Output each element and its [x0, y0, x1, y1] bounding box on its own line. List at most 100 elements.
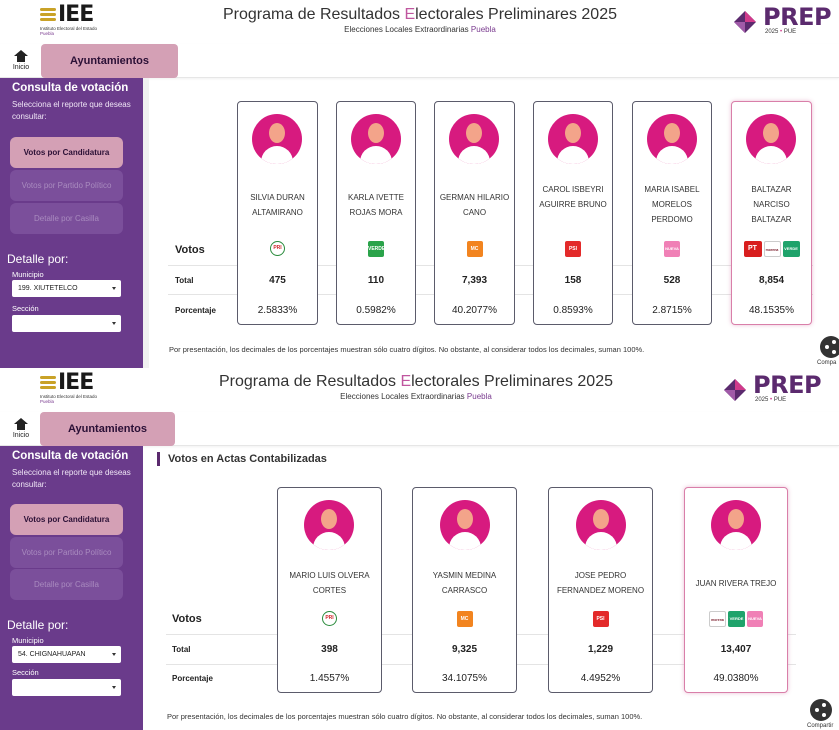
candidate-name: KARLA IVETTE ROJAS MORA	[347, 193, 405, 217]
pvem-logo-icon: VERDE	[782, 241, 800, 257]
party-logos: PRI	[278, 611, 381, 629]
municipio-select[interactable]: 54. CHIGNAHUAPAN	[12, 646, 121, 663]
home-button[interactable]: Inicio	[8, 50, 34, 71]
nueva-puebla-logo-icon: NUEVA PUEBLA	[747, 611, 763, 637]
candidate-name: MARIO LUIS OLVERA CORTES	[289, 571, 370, 595]
mc-logo-icon: MC	[466, 241, 483, 257]
decimals-note: Por presentación, los decimales de los p…	[169, 345, 645, 354]
seccion-select[interactable]	[12, 315, 121, 332]
nueva-puebla-logo-icon: NUEVA PUEBLA	[664, 241, 680, 267]
tab-ayuntamientos[interactable]: Ayuntamientos	[40, 412, 175, 446]
home-label: Inicio	[12, 432, 30, 439]
iee-emblem-icon	[40, 374, 56, 392]
prep-logo-year: 2025 • PUE	[755, 397, 787, 403]
sidebar: Consulta de votación Selecciona el repor…	[0, 446, 143, 730]
top-header: IEE Instituto Electoral del Estado Puebla…	[0, 368, 839, 412]
candidate-avatar-icon	[252, 114, 302, 164]
porcentaje-row-label: Porcentaje	[175, 306, 216, 315]
party-logos: PRI	[238, 241, 317, 259]
tab-ayuntamientos[interactable]: Ayuntamientos	[41, 44, 178, 78]
municipio-label: Municipio	[12, 270, 44, 279]
nav-bar: Inicio Ayuntamientos	[0, 44, 839, 78]
party-logos: morena VERDE NUEVA PUEBLA	[685, 611, 787, 637]
votos-por-candidatura-button[interactable]: Votos por Candidatura	[10, 137, 123, 168]
home-button[interactable]: Inicio	[8, 418, 34, 439]
candidate-avatar-icon	[746, 114, 796, 164]
votos-por-partido-button[interactable]: Votos por Partido Político	[10, 537, 123, 568]
iee-emblem-icon	[40, 6, 56, 24]
votos-por-candidatura-button[interactable]: Votos por Candidatura	[10, 504, 123, 535]
porcentaje-row-label: Porcentaje	[172, 674, 213, 683]
candidate-percentage: 49.0380%	[713, 673, 759, 684]
candidate-percentage: 0.5982%	[356, 305, 396, 316]
pvem-logo-icon: VERDE	[728, 611, 745, 627]
sidebar-title: Consulta de votación	[12, 82, 129, 94]
candidate-total: 158	[564, 275, 582, 286]
home-icon	[14, 50, 28, 62]
mc-logo-icon: MC	[456, 611, 473, 627]
chevron-down-icon	[112, 322, 116, 325]
candidate-card: GERMAN HILARIO CANO MC 7,393 40.2077%	[434, 101, 515, 325]
candidate-avatar-icon	[440, 500, 490, 550]
detalle-por-heading: Detalle por:	[7, 252, 69, 266]
prep-logo[interactable]: PREP 2025 • PUE	[723, 371, 823, 408]
candidate-percentage: 40.2077%	[451, 305, 498, 316]
candidate-card: MARIA ISABEL MORELOS PERDOMO NUEVA PUEBL…	[632, 101, 712, 325]
candidate-total: 398	[321, 644, 338, 655]
program-title: Programa de Resultados Electorales Preli…	[219, 373, 613, 390]
candidate-percentage: 4.4952%	[580, 673, 621, 684]
detalle-por-casilla-button[interactable]: Detalle por Casilla	[10, 569, 123, 600]
seccion-select[interactable]	[12, 679, 121, 696]
share-label: Compartir	[807, 723, 834, 729]
candidate-card: YASMIN MEDINA CARRASCO MC 9,325 34.1075%	[412, 487, 517, 693]
municipio-select[interactable]: 199. XIUTETELCO	[12, 280, 121, 297]
iee-logo-subtitle: Instituto Electoral del Estado Puebla	[40, 26, 98, 36]
chevron-down-icon	[112, 287, 116, 290]
candidate-name: SILVIA DURAN ALTAMIRANO	[250, 193, 305, 217]
top-header: IEE Instituto Electoral del Estado Puebla…	[0, 0, 839, 44]
pri-logo-icon: PRI	[270, 241, 285, 256]
prep-logo-year: 2025 • PUE	[765, 29, 797, 35]
share-icon	[832, 340, 836, 344]
nav-bar: Inicio Ayuntamientos	[0, 412, 839, 446]
candidate-card-winner: BALTAZAR NARCISO BALTAZAR PT morena VERDE …	[731, 101, 812, 325]
morena-logo-icon: morena	[709, 611, 726, 627]
verde-logo-icon: VERDE	[368, 241, 385, 257]
candidate-percentage: 48.1535%	[748, 305, 795, 316]
prep-logo[interactable]: PREP 2025 • PUE	[733, 3, 833, 40]
sidebar-instructions: Selecciona el reporte que deseas consult…	[12, 468, 131, 489]
candidate-total: 475	[269, 275, 286, 286]
total-row-label: Total	[172, 645, 191, 654]
prep-logo-text: PREP	[753, 371, 822, 399]
program-title-block: Programa de Resultados Electorales Preli…	[196, 373, 636, 401]
psi-logo-icon: PSI	[592, 611, 609, 627]
program-title-block: Programa de Resultados Electorales Preli…	[200, 6, 640, 34]
results-view-top: IEE Instituto Electoral del Estado Puebla…	[0, 0, 839, 368]
share-button[interactable]	[810, 699, 832, 721]
party-logos: NUEVA PUEBLA	[633, 241, 711, 267]
psi-logo-icon: PSI	[565, 241, 581, 257]
candidate-total: 9,325	[451, 644, 478, 655]
candidate-card: SILVIA DURAN ALTAMIRANO PRI 475 2.5833%	[237, 101, 318, 325]
iee-logo[interactable]: IEE Instituto Electoral del Estado Puebla	[40, 370, 100, 406]
prep-diamond-icon	[734, 11, 756, 33]
municipio-select-value: 54. CHIGNAHUAPAN	[18, 651, 86, 658]
home-label: Inicio	[12, 64, 30, 71]
detalle-por-casilla-button[interactable]: Detalle por Casilla	[10, 203, 123, 234]
candidate-avatar-icon	[449, 114, 499, 164]
iee-logo[interactable]: IEE Instituto Electoral del Estado Puebla	[40, 2, 100, 38]
share-button[interactable]	[820, 336, 839, 358]
candidate-name: CAROL ISBEYRI AGUIRRE BRUNO	[539, 185, 607, 209]
pt-logo-icon: PT	[743, 241, 762, 257]
party-logos: PSI	[549, 611, 652, 629]
section-accent	[157, 452, 160, 466]
share-label: Compa	[817, 360, 837, 366]
candidate-card: CAROL ISBEYRI AGUIRRE BRUNO PSI 158 0.85…	[533, 101, 613, 325]
candidate-avatar-icon	[548, 114, 598, 164]
candidate-name: JUAN RIVERA TREJO	[695, 579, 777, 588]
sidebar-instructions: Selecciona el reporte que deseas consult…	[12, 100, 131, 121]
candidate-percentage: 34.1075%	[441, 673, 488, 684]
votos-por-partido-button[interactable]: Votos por Partido Político	[10, 170, 123, 201]
candidate-name: JOSE PEDRO FERNANDEZ MORENO	[556, 571, 645, 595]
home-icon	[14, 418, 28, 430]
